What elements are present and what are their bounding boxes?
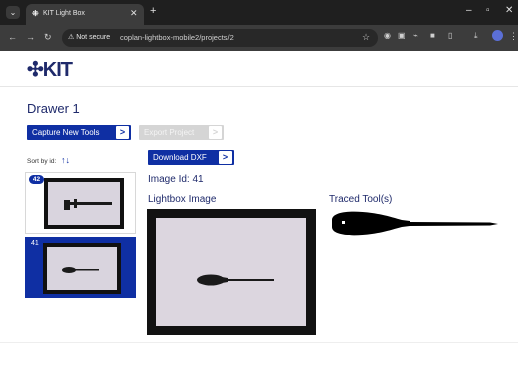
chevron-right-icon: >: [116, 126, 129, 139]
browser-tab-bar: ⌄ ⁜ KIT Light Box ✕ + – ▫ ✕: [0, 0, 518, 25]
lightbox-image: [147, 209, 316, 337]
close-window-icon[interactable]: ✕: [505, 5, 513, 16]
tab-search-icon[interactable]: ⌄: [6, 6, 20, 19]
thumbnail-image: [44, 178, 124, 229]
image-id-label: Image Id: 41: [148, 174, 204, 185]
menu-icon[interactable]: ⋮: [509, 31, 518, 42]
kit-favicon-icon: ⁜: [32, 9, 39, 18]
download-dxf-button[interactable]: Download DXF >: [148, 150, 234, 165]
tool-thumbnail-icon: [64, 199, 112, 210]
sort-toggle-icon[interactable]: ↑↓: [61, 155, 70, 165]
thumbnail-image: [43, 243, 121, 294]
capture-new-tools-label: Capture New Tools: [32, 128, 100, 137]
image-card-42[interactable]: 42: [25, 172, 136, 234]
forward-icon[interactable]: →: [26, 32, 35, 42]
reload-icon[interactable]: ↻: [44, 32, 52, 43]
screwdriver-thumbnail-icon: [62, 267, 99, 273]
extension-icon[interactable]: ⌁: [413, 31, 418, 40]
image-card-41[interactable]: 41: [25, 237, 136, 298]
address-bar[interactable]: ⚠ Not secure coplan-lightbox-mobile2/pro…: [62, 29, 378, 47]
page-divider: [0, 342, 518, 343]
tab-close-icon[interactable]: ✕: [130, 8, 138, 19]
image-id-badge: 41: [31, 240, 39, 247]
extension-icon[interactable]: ■: [430, 31, 435, 40]
side-panel-icon[interactable]: ▯: [448, 31, 452, 40]
download-icon[interactable]: ⤓: [474, 31, 478, 41]
maximize-icon[interactable]: ▫: [486, 5, 490, 16]
browser-toolbar: ← → ↻ ⚠ Not secure coplan-lightbox-mobil…: [0, 25, 518, 51]
extension-icon[interactable]: ◉: [384, 31, 391, 40]
back-icon[interactable]: ←: [8, 32, 17, 42]
new-tab-icon[interactable]: +: [150, 5, 156, 17]
browser-tab[interactable]: ⁜ KIT Light Box ✕: [26, 4, 144, 25]
minimize-icon[interactable]: –: [466, 5, 472, 16]
not-secure-indicator[interactable]: ⚠ Not secure: [68, 33, 110, 41]
download-dxf-label: Download DXF: [153, 153, 207, 162]
tab-title: KIT Light Box: [43, 10, 85, 17]
chevron-right-icon: >: [209, 126, 222, 139]
bookmark-star-icon[interactable]: ☆: [362, 32, 370, 43]
sort-label: Sort by id:: [27, 158, 57, 165]
export-project-label: Export Project: [144, 128, 195, 137]
kit-logo-text: KIT: [42, 59, 73, 81]
chevron-right-icon: >: [219, 151, 232, 164]
screwdriver-photo: [168, 274, 274, 337]
url-text[interactable]: coplan-lightbox-mobile2/projects/2: [120, 33, 234, 42]
capture-new-tools-button[interactable]: Capture New Tools >: [27, 125, 131, 140]
not-secure-label: Not secure: [76, 34, 111, 41]
kit-logo[interactable]: ✣KIT: [27, 57, 73, 82]
profile-avatar[interactable]: [492, 30, 503, 41]
extension-icon[interactable]: ▣: [398, 31, 406, 40]
export-project-button[interactable]: Export Project >: [139, 125, 224, 140]
traced-tools-heading: Traced Tool(s): [329, 194, 393, 205]
lightbox-image-heading: Lightbox Image: [148, 194, 217, 205]
page-title: Drawer 1: [27, 101, 80, 116]
image-id-badge: 42: [29, 175, 44, 184]
kit-logo-mark-icon: ✣: [27, 59, 44, 81]
traced-tool-outline: [332, 211, 498, 236]
header-divider: [0, 86, 518, 87]
